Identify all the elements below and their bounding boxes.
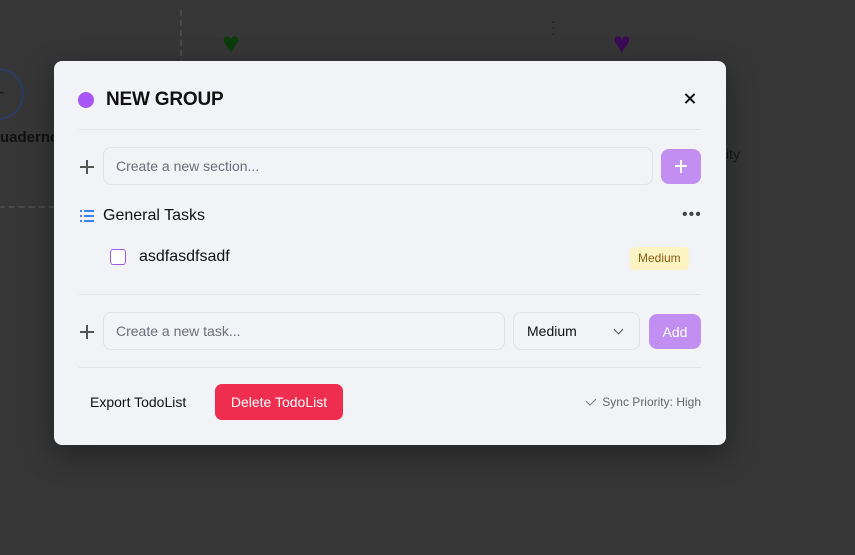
delete-todolist-button[interactable]: Delete TodoList <box>215 384 343 420</box>
background-partial-text: ity <box>726 146 740 162</box>
task-row: asdfasdfsadf <box>110 248 230 266</box>
section-more-icon[interactable]: ••• <box>682 206 702 224</box>
green-heart-icon: ♥ <box>222 27 240 60</box>
check-icon <box>585 395 597 406</box>
todolist-modal: NEW GROUP General Tasks ••• asdfasdfsadf… <box>54 61 726 445</box>
sync-priority-status: Sync Priority: High <box>585 395 701 409</box>
footer-divider <box>79 367 701 368</box>
priority-select[interactable]: Medium <box>513 312 640 350</box>
close-icon[interactable] <box>680 89 700 109</box>
add-task-plus-icon <box>80 325 94 339</box>
task-checkbox[interactable] <box>110 249 126 265</box>
background-more-icon: · · · <box>551 13 556 41</box>
chevron-down-icon <box>613 324 624 335</box>
add-section-button[interactable] <box>661 149 701 184</box>
modal-title: NEW GROUP <box>106 89 224 110</box>
background-notebook-label: uaderno <box>0 129 60 146</box>
priority-select-value: Medium <box>527 323 577 339</box>
sync-priority-text: Sync Priority: High <box>602 395 701 409</box>
add-task-button[interactable]: Add <box>649 314 701 349</box>
modal-header: NEW GROUP <box>78 89 224 111</box>
list-icon <box>80 210 94 222</box>
export-todolist-button[interactable]: Export TodoList <box>90 394 186 410</box>
new-task-input[interactable] <box>103 312 505 350</box>
task-text: asdfasdfsadf <box>139 248 230 265</box>
section-title: General Tasks <box>103 207 205 224</box>
task-priority-badge: Medium <box>630 247 689 270</box>
purple-heart-icon: ♥ <box>613 27 631 60</box>
new-section-input[interactable] <box>103 147 653 185</box>
group-color-dot <box>78 92 94 108</box>
header-divider <box>79 129 701 130</box>
add-section-plus-icon <box>80 160 94 174</box>
section-header: General Tasks <box>80 207 205 225</box>
tasks-divider <box>79 294 701 295</box>
